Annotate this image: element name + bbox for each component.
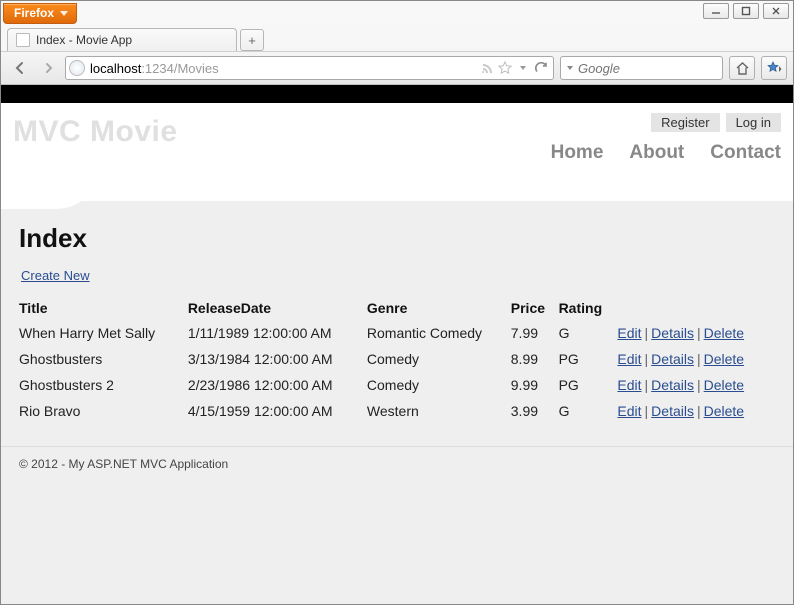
details-link[interactable]: Details (651, 377, 694, 393)
page-icon (16, 33, 30, 47)
cell-rating: PG (559, 346, 618, 372)
nav-home[interactable]: Home (551, 142, 604, 164)
cell-actions: Edit|Details|Delete (617, 320, 775, 346)
cell-title: Ghostbusters 2 (19, 372, 188, 398)
delete-link[interactable]: Delete (704, 377, 744, 393)
reload-button[interactable] (532, 59, 550, 77)
cell-price: 7.99 (511, 320, 559, 346)
cell-actions: Edit|Details|Delete (617, 372, 775, 398)
col-release: ReleaseDate (188, 297, 367, 320)
col-rating: Rating (559, 297, 618, 320)
create-new-link[interactable]: Create New (21, 268, 90, 283)
new-tab-button[interactable]: + (240, 29, 264, 51)
header-black-bar (1, 85, 793, 103)
forward-button[interactable] (39, 58, 59, 78)
table-row: Ghostbusters 22/23/1986 12:00:00 AMComed… (19, 372, 775, 398)
nav-contact[interactable]: Contact (710, 142, 781, 164)
table-row: Rio Bravo4/15/1959 12:00:00 AMWestern3.9… (19, 398, 775, 424)
cell-release: 1/11/1989 12:00:00 AM (188, 320, 367, 346)
address-bar[interactable]: localhost:1234/Movies (65, 56, 554, 80)
col-actions (617, 297, 775, 320)
window-titlebar: Firefox (1, 1, 793, 26)
cell-release: 2/23/1986 12:00:00 AM (188, 372, 367, 398)
delete-link[interactable]: Delete (704, 403, 744, 419)
cell-price: 3.99 (511, 398, 559, 424)
cell-title: Ghostbusters (19, 346, 188, 372)
details-link[interactable]: Details (651, 325, 694, 341)
url-text[interactable]: localhost:1234/Movies (90, 61, 478, 76)
register-link[interactable]: Register (651, 113, 719, 132)
cell-actions: Edit|Details|Delete (617, 398, 775, 424)
cell-actions: Edit|Details|Delete (617, 346, 775, 372)
search-engine-dropdown-icon[interactable] (567, 66, 573, 70)
movies-table: Title ReleaseDate Genre Price Rating Whe… (19, 297, 775, 424)
details-link[interactable]: Details (651, 403, 694, 419)
firefox-menu-button[interactable]: Firefox (3, 3, 77, 24)
edit-link[interactable]: Edit (617, 377, 641, 393)
cell-rating: G (559, 398, 618, 424)
search-box[interactable] (560, 56, 723, 80)
col-genre: Genre (367, 297, 511, 320)
nav-about[interactable]: About (629, 142, 684, 164)
tab-title: Index - Movie App (36, 33, 132, 47)
page-heading: Index (19, 223, 775, 254)
bookmarks-button[interactable] (761, 56, 787, 80)
header-curve-row (1, 164, 793, 201)
account-links: Register Log in (651, 113, 781, 132)
firefox-window: Firefox Index - Movie App + (0, 0, 794, 605)
cell-title: Rio Bravo (19, 398, 188, 424)
cell-rating: G (559, 320, 618, 346)
page-viewport: MVC Movie Register Log in Home About Con… (1, 85, 793, 604)
col-title: Title (19, 297, 188, 320)
delete-link[interactable]: Delete (704, 351, 744, 367)
cell-price: 9.99 (511, 372, 559, 398)
minimize-button[interactable] (703, 3, 729, 19)
edit-link[interactable]: Edit (617, 325, 641, 341)
main-nav: Home About Contact (551, 142, 781, 164)
dropdown-icon[interactable] (514, 59, 532, 77)
details-link[interactable]: Details (651, 351, 694, 367)
globe-icon (69, 60, 85, 76)
cell-rating: PG (559, 372, 618, 398)
chevron-down-icon (60, 11, 68, 16)
table-row: When Harry Met Sally1/11/1989 12:00:00 A… (19, 320, 775, 346)
feed-icon[interactable] (478, 59, 496, 77)
plus-icon: + (248, 33, 256, 48)
page-footer: © 2012 - My ASP.NET MVC Application (1, 446, 793, 519)
table-row: Ghostbusters3/13/1984 12:00:00 AMComedy8… (19, 346, 775, 372)
tab-strip: Index - Movie App + (1, 26, 793, 51)
edit-link[interactable]: Edit (617, 403, 641, 419)
cell-title: When Harry Met Sally (19, 320, 188, 346)
page-body: MVC Movie Register Log in Home About Con… (1, 103, 793, 604)
back-button[interactable] (7, 55, 33, 81)
cell-genre: Comedy (367, 346, 511, 372)
close-button[interactable] (763, 3, 789, 19)
maximize-button[interactable] (733, 3, 759, 19)
header-right: Register Log in Home About Contact (551, 113, 781, 164)
delete-link[interactable]: Delete (704, 325, 744, 341)
login-link[interactable]: Log in (726, 113, 781, 132)
create-new-wrap: Create New (21, 268, 775, 283)
window-controls (703, 3, 789, 19)
bookmark-icon[interactable] (496, 59, 514, 77)
cell-genre: Comedy (367, 372, 511, 398)
footer-text: © 2012 - My ASP.NET MVC Application (19, 457, 228, 471)
edit-link[interactable]: Edit (617, 351, 641, 367)
browser-tab-active[interactable]: Index - Movie App (7, 28, 237, 51)
cell-price: 8.99 (511, 346, 559, 372)
col-price: Price (511, 297, 559, 320)
browser-toolbar: localhost:1234/Movies (1, 51, 793, 85)
url-rest: :1234/Movies (141, 61, 218, 76)
cell-release: 4/15/1959 12:00:00 AM (188, 398, 367, 424)
cell-genre: Romantic Comedy (367, 320, 511, 346)
site-header: MVC Movie Register Log in Home About Con… (1, 103, 793, 164)
content: Index Create New Title ReleaseDate Genre… (1, 201, 793, 428)
firefox-menu-label: Firefox (14, 6, 54, 20)
cell-genre: Western (367, 398, 511, 424)
table-header-row: Title ReleaseDate Genre Price Rating (19, 297, 775, 320)
cell-release: 3/13/1984 12:00:00 AM (188, 346, 367, 372)
url-host: localhost (90, 61, 141, 76)
home-button[interactable] (729, 56, 755, 80)
site-title: MVC Movie (13, 113, 178, 149)
